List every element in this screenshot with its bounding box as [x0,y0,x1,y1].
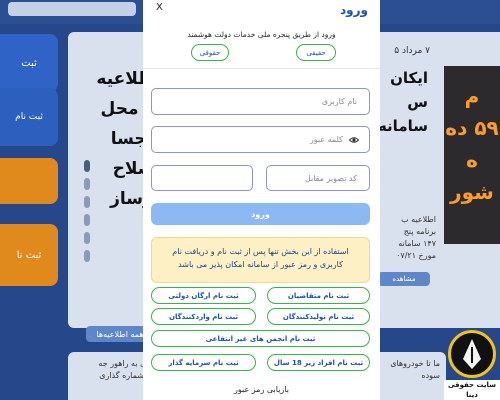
eye-icon[interactable] [348,135,360,145]
register-applicants-button[interactable]: ثبت نام متقاضیان [267,287,370,304]
news-title: ایکان س سامانه [377,69,428,135]
register-nonprofit-button[interactable]: ثبت نام انجمن های غیر انتفاعی [151,330,370,347]
service-tab-1[interactable]: ثبت [0,34,58,92]
register-under18-button[interactable]: ثبت نام افراد زیر 18 سال [267,354,370,371]
slider-dot[interactable] [84,178,90,190]
service-tab-label: ثبت نام [15,112,43,122]
site-watermark-logo: سایت حقوقی دینا [444,330,500,400]
register-government-button[interactable]: ثبت نام ارگان دولتی [151,287,256,304]
pen-nib-icon [448,330,496,378]
service-tab-label: ثبت [21,57,37,69]
promo-banner[interactable]: م ۵۹ ده ه شور [444,66,500,244]
username-placeholder: نام کاربری [321,97,357,106]
top-search-box [8,2,136,16]
service-tab-3[interactable] [0,158,58,204]
login-subtitle: ورود از طریق پنجره ملی خدمات دولت هوشمند [187,30,336,39]
news-date: ۷ مرداد ۵ [394,46,430,56]
person-type-real-button[interactable]: حقیقی [296,44,336,61]
slider-dot[interactable] [84,196,90,208]
captcha-image [151,165,253,191]
slider-dot[interactable] [84,250,90,262]
service-tab-label: ثبت نا [16,249,42,261]
news-card[interactable]: ما تا خودروهای سوده [370,352,446,400]
password-field[interactable]: کلمه عبور [151,126,370,153]
password-placeholder: کلمه عبور [309,135,343,144]
registration-notice: استفاده از این بخش تنها پس از ثبت نام و … [151,237,370,283]
see-more-button[interactable]: مشاهده [378,272,430,286]
slider-dot[interactable] [84,232,90,244]
divider [143,68,380,69]
register-importers-button[interactable]: ثبت نام واردکنندگان [151,308,256,325]
login-button[interactable]: ورود [151,203,370,225]
close-icon[interactable]: X [156,2,163,13]
slider-dot[interactable] [84,214,90,226]
recover-password-link[interactable]: بازیابی رمز عبور [143,385,380,394]
slider-dots[interactable] [84,160,90,268]
captcha-placeholder: کد تصویر مقابل [304,173,357,183]
service-tab-2[interactable]: ثبت نام [0,88,58,146]
register-investor-button[interactable]: ثبت نام سرمایه گذار [151,354,256,371]
modal-title: ورود [340,3,368,17]
news-summary: اطلاعیه ب برنامه پنج ۱۴۷ سامانه مورخ ۰۷/… [396,215,436,260]
logo-caption: سایت حقوقی دینا [444,380,500,400]
modal-header: ورود X [143,0,380,22]
service-tab-4[interactable]: ثبت نا [0,224,58,286]
username-field[interactable]: نام کاربری [151,88,370,115]
person-type-legal-button[interactable]: حقوقی [191,44,229,61]
login-modal: ورود X ورود از طریق پنجره ملی خدمات دولت… [143,0,380,400]
slider-dot[interactable] [84,160,90,172]
captcha-input[interactable]: کد تصویر مقابل [266,165,370,191]
register-producers-button[interactable]: ثبت نام تولیدکنندگان [267,308,370,325]
